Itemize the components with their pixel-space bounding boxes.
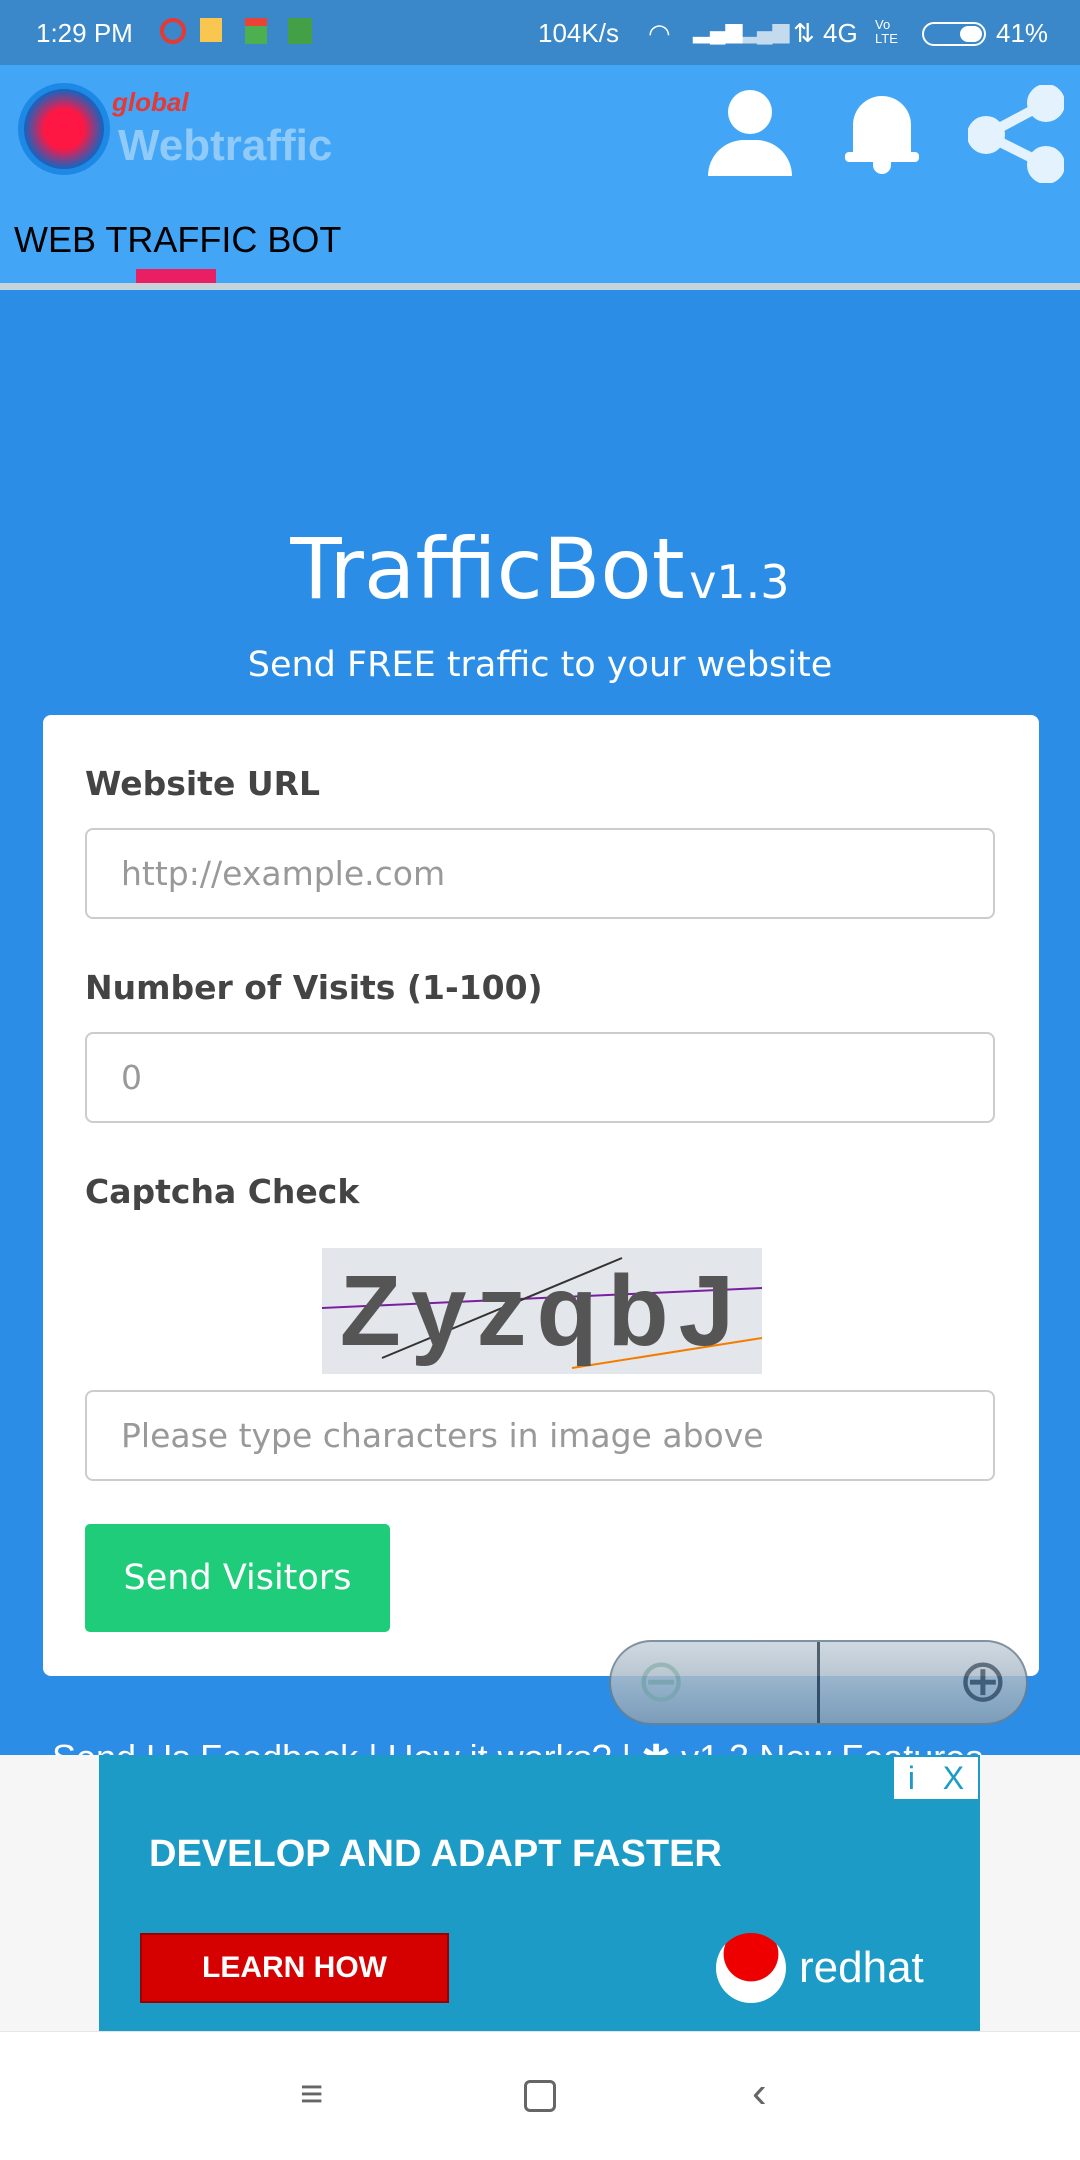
- ad-headline: DEVELOP AND ADAPT FASTER: [149, 1833, 722, 1875]
- url-input[interactable]: http://example.com: [85, 828, 995, 919]
- battery-level: 41%: [996, 18, 1049, 48]
- zoom-control: ⊖ ⊕: [609, 1640, 1028, 1725]
- footer-links: Send Us Feedback | How it works? | ✱ v1.…: [52, 1736, 983, 1755]
- app-header: global Webtraffic WEB TRAFFIC BOT: [0, 65, 1080, 283]
- ad-banner[interactable]: iX DEVELOP AND ADAPT FASTER LEARN HOW re…: [99, 1755, 980, 2031]
- captcha-input[interactable]: Please type characters in image above: [85, 1390, 995, 1481]
- battery-icon: [922, 22, 986, 46]
- maps-icon: [245, 18, 267, 44]
- logo-text-top: global: [112, 87, 189, 117]
- network-speed: 104K/s: [538, 18, 619, 48]
- signal-2-icon: ▂▄▆: [740, 18, 790, 43]
- ad-info-icon[interactable]: i: [908, 1760, 915, 1797]
- puzzle-icon: ✱: [641, 1737, 671, 1755]
- zoom-out-icon: ⊖: [636, 1647, 687, 1714]
- volte-label: Vo LTE: [875, 17, 898, 46]
- logo-text-main: Webtraffic: [118, 121, 333, 170]
- zoom-in-button[interactable]: ⊕: [823, 1642, 1028, 1723]
- menu-icon[interactable]: ≡: [300, 2072, 323, 2117]
- tab-web-traffic-bot[interactable]: WEB TRAFFIC BOT: [14, 219, 341, 261]
- page-title: TrafficBot v1.3: [0, 520, 1080, 618]
- new-features-link[interactable]: v1.3 New Features: [681, 1737, 983, 1755]
- captcha-label: Captcha Check: [85, 1172, 360, 1211]
- visits-input[interactable]: 0: [85, 1032, 995, 1123]
- network-type: 4G: [823, 18, 858, 48]
- redhat-logo-icon: [716, 1933, 786, 2003]
- ad-close-icon[interactable]: X: [943, 1760, 964, 1797]
- notes-icon: [200, 18, 222, 42]
- navigation-bar: ≡ ‹: [0, 2031, 1080, 2160]
- status-time: 1:29 PM: [36, 18, 133, 48]
- notification-bell-icon[interactable]: [845, 90, 919, 176]
- version-text: v1.3: [689, 555, 790, 609]
- ad-area: iX DEVELOP AND ADAPT FASTER LEARN HOW re…: [0, 1755, 1080, 2031]
- captcha-image: ZyzqbJ: [322, 1248, 762, 1374]
- logo-icon: [18, 83, 110, 175]
- data-arrows-icon: ⇅: [793, 18, 815, 48]
- signal-icon: ▂▄▆: [693, 18, 743, 43]
- opera-icon: [160, 18, 186, 44]
- zoom-in-icon: ⊕: [957, 1647, 1008, 1714]
- url-label: Website URL: [85, 764, 321, 803]
- zoom-out-button[interactable]: ⊖: [611, 1642, 820, 1723]
- how-it-works-link[interactable]: How it works?: [388, 1737, 612, 1755]
- captcha-text: ZyzqbJ: [339, 1255, 745, 1367]
- android-icon: [288, 18, 312, 44]
- visits-label: Number of Visits (1-100): [85, 968, 543, 1007]
- subtitle: Send FREE traffic to your website: [247, 645, 833, 685]
- send-visitors-button[interactable]: Send Visitors: [85, 1524, 390, 1632]
- ad-brand: redhat: [799, 1943, 924, 1992]
- feedback-link[interactable]: Send Us Feedback: [52, 1737, 358, 1755]
- home-icon[interactable]: [524, 2080, 556, 2112]
- tab-indicator: [136, 269, 216, 283]
- profile-icon[interactable]: [708, 90, 792, 176]
- divider: [0, 283, 1080, 290]
- wifi-icon: ◠: [648, 18, 671, 48]
- back-icon[interactable]: ‹: [752, 2068, 767, 2118]
- title-text: TrafficBot: [290, 520, 685, 618]
- ad-cta-button[interactable]: LEARN HOW: [140, 1933, 449, 2003]
- status-bar: 1:29 PM 104K/s ◠ ▂▄▆ ▂▄▆ ⇅ 4G Vo LTE 41%: [0, 0, 1080, 65]
- share-icon[interactable]: [968, 85, 1064, 183]
